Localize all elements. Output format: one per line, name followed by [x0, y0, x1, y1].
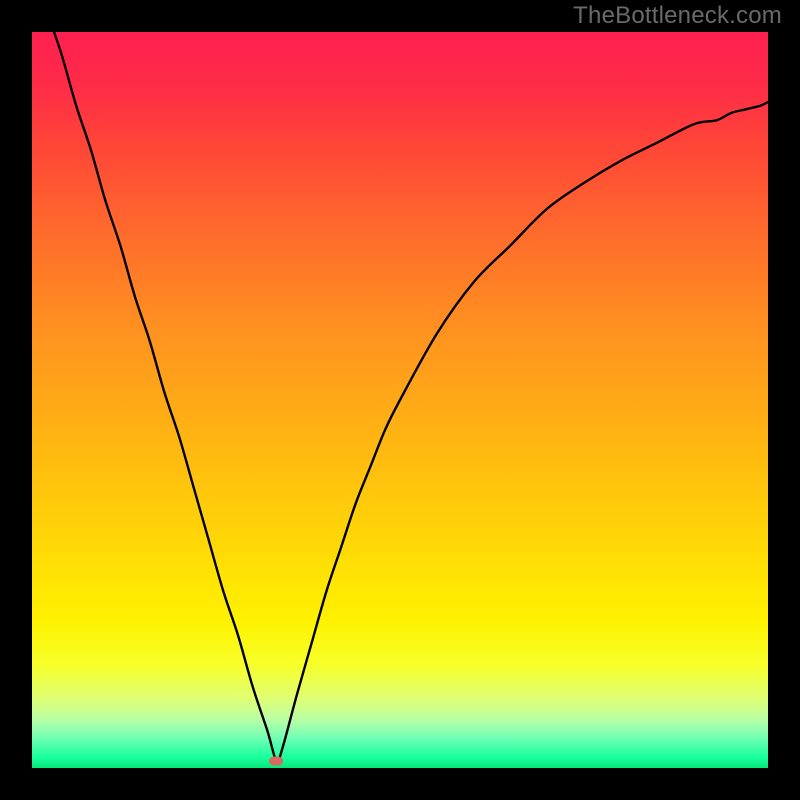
plot-area	[32, 32, 768, 768]
chart-container: TheBottleneck.com	[0, 0, 800, 800]
watermark-text: TheBottleneck.com	[573, 2, 782, 30]
optimal-point-marker	[269, 757, 283, 766]
bottleneck-curve	[32, 32, 768, 768]
